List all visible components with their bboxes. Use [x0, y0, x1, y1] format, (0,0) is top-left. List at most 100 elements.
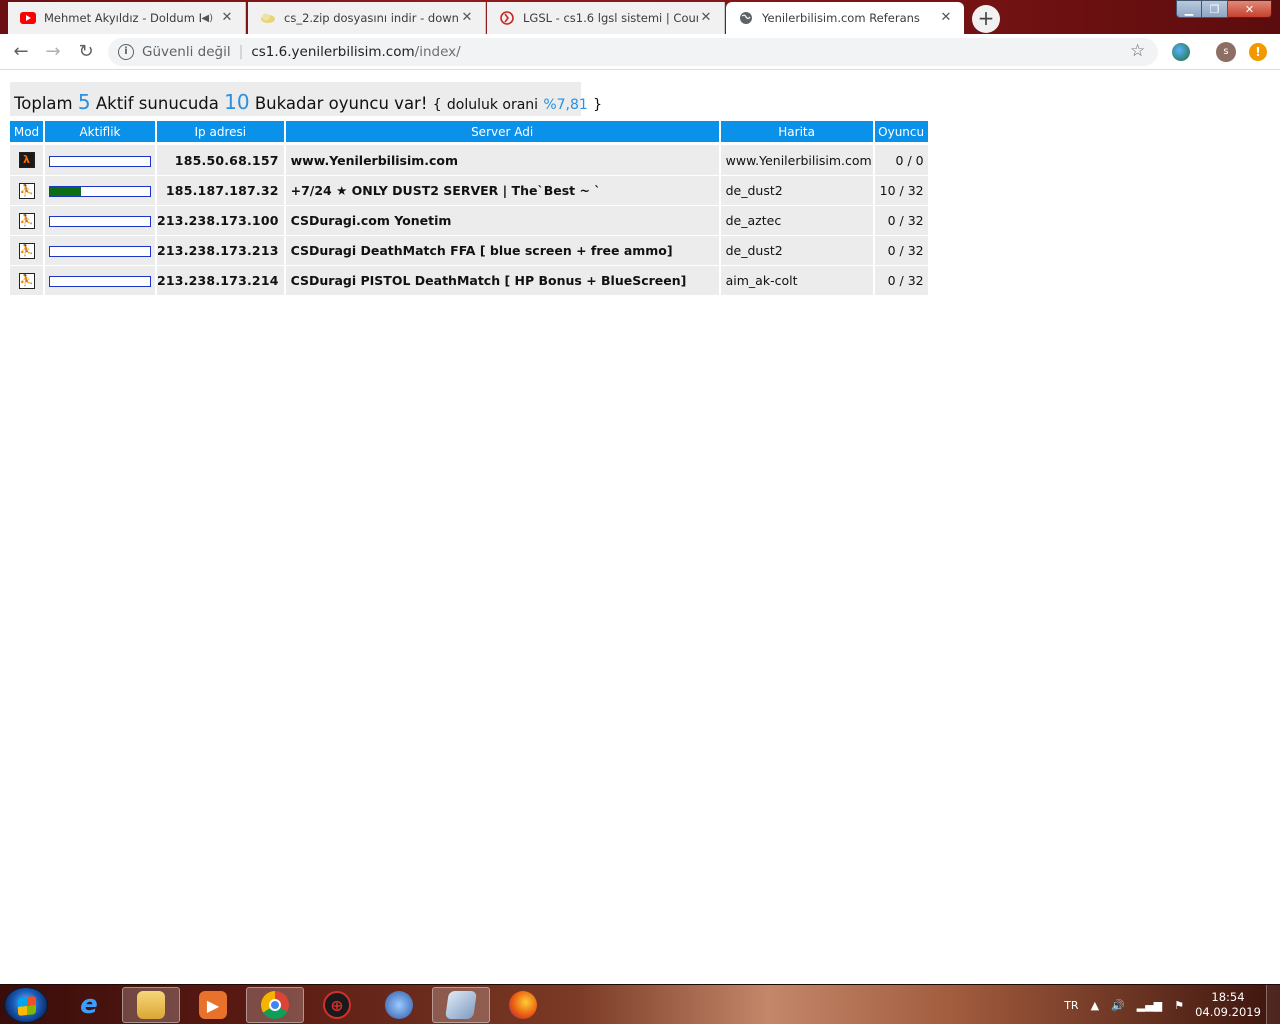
- activity-bar: [49, 246, 151, 257]
- counter-strike-icon: ⛹: [18, 212, 35, 229]
- table-row[interactable]: ⛹ 185.187.187.32 +7/24 ★ ONLY DUST2 SERV…: [10, 175, 928, 205]
- update-alert-icon[interactable]: !: [1249, 43, 1267, 61]
- tab-yenilerbilisim[interactable]: Yenilerbilisim.com Referans ✕: [726, 2, 964, 34]
- server-name[interactable]: +7/24 ★ ONLY DUST2 SERVER | The`Best ~ `: [285, 175, 719, 205]
- address-bar[interactable]: i Güvenli değil | cs1.6.yenilerbilisim.c…: [108, 38, 1158, 66]
- tab-youtube[interactable]: Mehmet Akyıldız - Doldum D ◀) ✕: [8, 2, 246, 34]
- table-row[interactable]: ⛹ 213.238.173.100 CSDuragi.com Yonetim d…: [10, 205, 928, 235]
- reload-icon[interactable]: ↻: [75, 41, 97, 63]
- server-name[interactable]: www.Yenilerbilisim.com: [285, 145, 719, 175]
- half-life-icon: λ: [18, 152, 35, 169]
- activity-bar: [49, 276, 151, 287]
- speaker-icon[interactable]: ◀): [201, 13, 213, 24]
- system-tray: TR ▲ 🔊 ▂▄▆ ⚑ 18:54 04.09.2019: [1058, 985, 1280, 1024]
- tab-title: cs_2.zip dosyasını indir - downloa: [284, 11, 459, 25]
- info-icon[interactable]: i: [118, 44, 134, 60]
- forward-arrow-icon[interactable]: →: [42, 41, 64, 63]
- download-cloud-icon: [260, 10, 276, 26]
- close-window-button[interactable]: ✕: [1228, 0, 1272, 18]
- server-ip[interactable]: 185.187.187.32: [157, 175, 284, 205]
- volume-icon[interactable]: 🔊: [1111, 999, 1125, 1012]
- close-tab-icon[interactable]: ✕: [219, 10, 235, 26]
- player-count: 10: [224, 90, 250, 114]
- minimize-button[interactable]: ▁: [1176, 0, 1202, 18]
- extension-globe-icon[interactable]: [1172, 43, 1190, 61]
- header-map: Harita: [720, 121, 873, 145]
- network-signal-icon[interactable]: ▂▄▆: [1137, 999, 1162, 1012]
- activity-bar: [49, 186, 151, 197]
- server-map: de_dust2: [720, 175, 873, 205]
- youtube-icon: [20, 10, 36, 26]
- close-tab-icon[interactable]: ✕: [459, 10, 475, 26]
- counter-strike-icon: ⛹: [18, 272, 35, 289]
- notepad-icon: [445, 991, 477, 1019]
- game-target-icon: ⊕: [323, 991, 351, 1019]
- url-path[interactable]: /index/: [415, 44, 461, 60]
- table-row[interactable]: λ 185.50.68.157 www.Yenilerbilisim.com w…: [10, 145, 928, 175]
- tab-download[interactable]: cs_2.zip dosyasını indir - downloa ✕: [248, 2, 486, 34]
- new-tab-button[interactable]: +: [972, 5, 1000, 33]
- taskbar-explorer[interactable]: [122, 987, 180, 1023]
- active-server-count: 5: [77, 90, 91, 114]
- table-row[interactable]: ⛹ 213.238.173.213 CSDuragi DeathMatch FF…: [10, 235, 928, 265]
- server-map: de_dust2: [720, 235, 873, 265]
- show-desktop-button[interactable]: [1266, 985, 1280, 1024]
- back-arrow-icon[interactable]: ←: [10, 41, 32, 63]
- maximize-button[interactable]: ❐: [1202, 0, 1228, 18]
- language-indicator[interactable]: TR: [1064, 999, 1078, 1012]
- start-button[interactable]: [4, 987, 48, 1023]
- action-center-flag-icon[interactable]: ⚑: [1174, 999, 1184, 1012]
- windows-logo-icon: [18, 996, 36, 1016]
- server-map: de_aztec: [720, 205, 873, 235]
- media-player-icon: ▶: [199, 991, 227, 1019]
- server-map: www.Yenilerbilisim.com: [720, 145, 873, 175]
- server-name[interactable]: CSDuragi.com Yonetim: [285, 205, 719, 235]
- lgsl-icon: [499, 10, 515, 26]
- bookmark-star-icon[interactable]: ☆: [1130, 41, 1145, 61]
- url-host[interactable]: cs1.6.yenilerbilisim.com: [251, 44, 414, 60]
- taskbar-internet-explorer[interactable]: e: [60, 987, 118, 1023]
- summary-middle: Aktif sunucuda: [95, 94, 219, 113]
- counter-strike-icon: ⛹: [18, 242, 35, 259]
- server-name[interactable]: CSDuragi DeathMatch FFA [ blue screen + …: [285, 235, 719, 265]
- server-ip[interactable]: 213.238.173.213: [157, 235, 284, 265]
- activity-bar: [49, 216, 151, 227]
- server-summary: Toplam 5 Aktif sunucuda 10 Bukadar oyunc…: [10, 82, 602, 116]
- header-server-name: Server Adi: [285, 121, 719, 145]
- clock[interactable]: 18:54 04.09.2019: [1190, 990, 1266, 1020]
- firefox-icon: [509, 991, 537, 1019]
- summary-suffix: Bukadar oyuncu var!: [254, 94, 428, 113]
- security-label[interactable]: Güvenli değil: [142, 44, 231, 60]
- taskbar-media-player[interactable]: ▶: [184, 987, 242, 1023]
- table-row[interactable]: ⛹ 213.238.173.214 CSDuragi PISTOL DeathM…: [10, 265, 928, 295]
- server-table: Mod Aktiflik Ip adresi Server Adi Harita…: [8, 121, 930, 295]
- chrome-icon: [261, 991, 289, 1019]
- taskbar-firefox[interactable]: [494, 987, 552, 1023]
- server-name[interactable]: CSDuragi PISTOL DeathMatch [ HP Bonus + …: [285, 265, 719, 295]
- header-activity: Aktiflik: [45, 121, 155, 145]
- server-players: 0 / 0: [874, 145, 928, 175]
- taskbar-notepad[interactable]: [432, 987, 490, 1023]
- server-ip[interactable]: 213.238.173.100: [157, 205, 284, 235]
- close-tab-icon[interactable]: ✕: [698, 10, 714, 26]
- profile-avatar[interactable]: s: [1216, 42, 1236, 62]
- activity-bar: [49, 155, 151, 167]
- server-ip[interactable]: 213.238.173.214: [157, 265, 284, 295]
- server-players: 0 / 32: [874, 235, 928, 265]
- taskbar-game-app[interactable]: ⊕: [308, 987, 366, 1023]
- show-hidden-icons-icon[interactable]: ▲: [1091, 999, 1099, 1012]
- server-ip[interactable]: 185.50.68.157: [157, 145, 284, 175]
- taskbar-control-panel[interactable]: [370, 987, 428, 1023]
- header-mod: Mod: [10, 121, 43, 145]
- taskbar-chrome[interactable]: [246, 987, 304, 1023]
- tab-title: LGSL - cs1.6 lgsl sistemi | Counte: [523, 11, 698, 25]
- occupancy-label: doluluk orani: [446, 97, 539, 113]
- window-controls: ▁ ❐ ✕: [1176, 0, 1272, 18]
- clock-date: 04.09.2019: [1195, 1005, 1261, 1019]
- server-map: aim_ak-colt: [720, 265, 873, 295]
- table-header-row: Mod Aktiflik Ip adresi Server Adi Harita…: [10, 121, 928, 145]
- brace-open: {: [432, 97, 442, 113]
- counter-strike-icon: ⛹: [18, 182, 35, 199]
- close-tab-icon[interactable]: ✕: [938, 10, 954, 26]
- tab-lgsl[interactable]: LGSL - cs1.6 lgsl sistemi | Counte ✕: [487, 2, 725, 34]
